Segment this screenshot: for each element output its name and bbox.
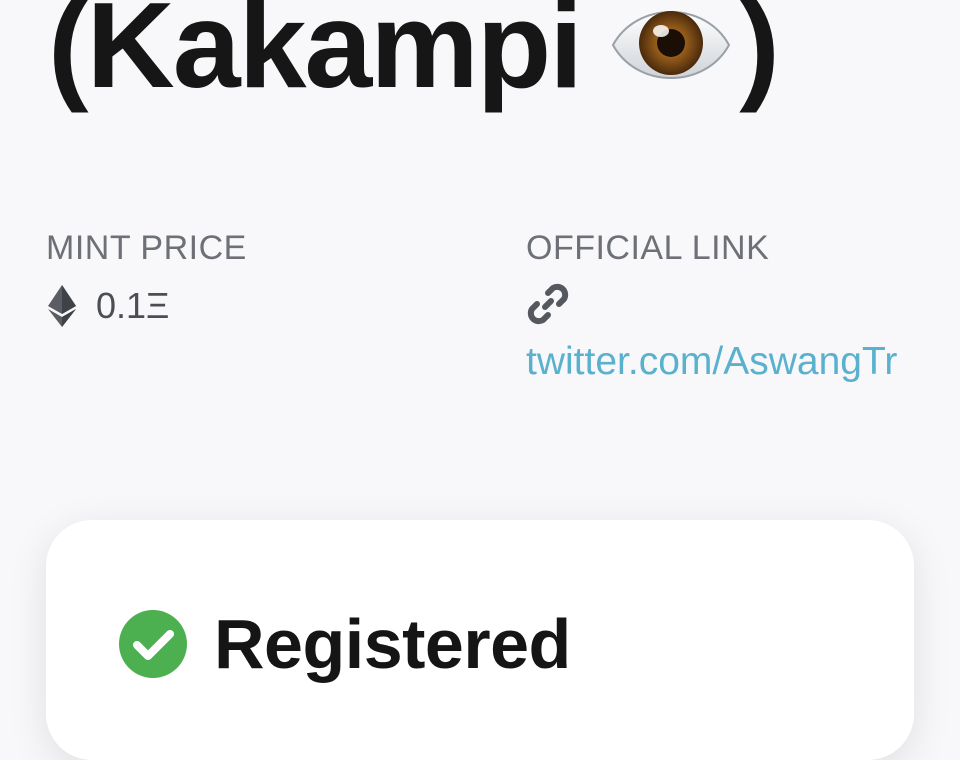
official-link-section: OFFICIAL LINK twitter.com/AswangTr [526, 228, 897, 384]
page-title: (Kakampi ) [48, 0, 780, 118]
official-link-url[interactable]: twitter.com/AswangTr [526, 340, 897, 384]
status-label: Registered [214, 605, 571, 683]
title-text-close: ) [739, 0, 780, 113]
mint-price-row: 0.1Ξ [46, 284, 247, 328]
ethereum-icon [48, 285, 76, 327]
mint-price-section: MINT PRICE 0.1Ξ [46, 228, 247, 328]
mint-price-value: 0.1Ξ [96, 285, 170, 326]
status-row: Registered [118, 604, 571, 684]
link-icon[interactable] [526, 282, 570, 326]
eye-icon [609, 0, 733, 97]
title-text-open: (Kakampi [48, 0, 583, 113]
check-circle-icon [118, 609, 188, 679]
mint-price-label: MINT PRICE [46, 229, 247, 267]
official-link-label: OFFICIAL LINK [526, 229, 770, 267]
status-card: Registered [46, 520, 914, 760]
